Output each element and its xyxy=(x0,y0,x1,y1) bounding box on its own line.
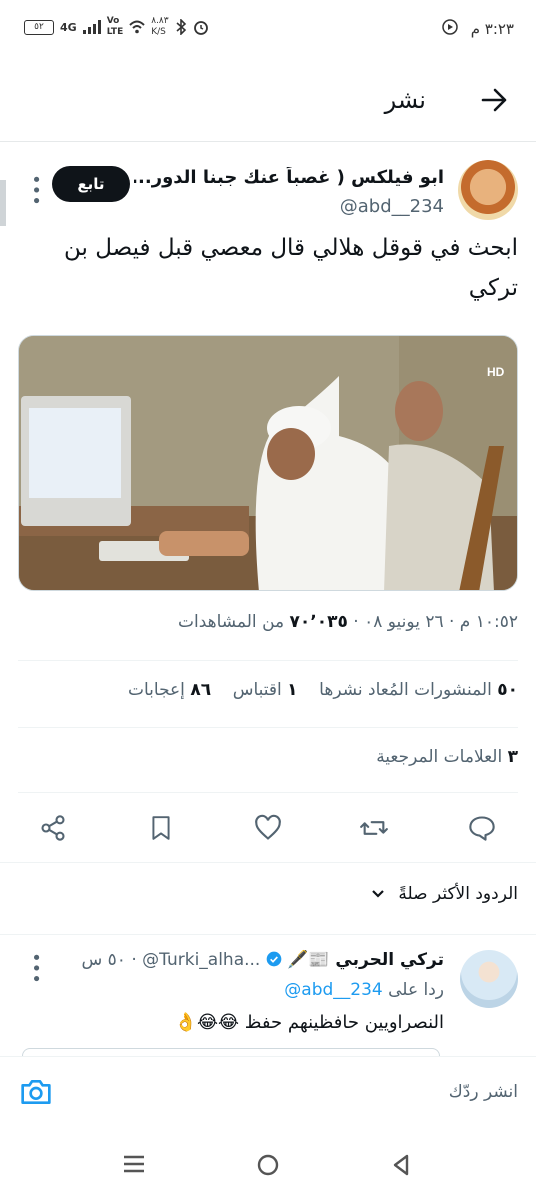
timestamp-row: ١٠:٥٢ م · ٢٦ يونيو ٠٨ · ٧٠٬٠٣٥ من المشاه… xyxy=(178,612,518,632)
status-icons: ٥٢ 4G Vo LTE ٨.٨٣ K/S xyxy=(24,16,209,38)
likes-stat[interactable]: ٨٦ إعجابات xyxy=(128,680,211,700)
engagement-stats: ٥٠ المنشورات المُعاد نشرها ١ اقتباس ٨٦ إ… xyxy=(128,680,518,700)
back-arrow-icon[interactable] xyxy=(480,86,508,114)
battery-icon: ٥٢ xyxy=(24,19,54,35)
reply-dot: · xyxy=(131,950,137,970)
author-avatar[interactable] xyxy=(458,160,518,220)
bookmarks-label: العلامات المرجعية xyxy=(376,747,503,767)
repost-button[interactable] xyxy=(358,812,390,844)
volte-indicator: Vo LTE xyxy=(106,16,124,37)
reply-author-avatar[interactable] xyxy=(460,950,518,1008)
divider xyxy=(0,862,536,863)
divider xyxy=(18,792,518,793)
media-image: HD xyxy=(19,336,517,590)
media-watermark: HD xyxy=(487,365,505,379)
dot-separator: · xyxy=(347,612,359,632)
clock: ٣:٢٣ م xyxy=(470,20,514,38)
bookmarks-count: ٣ xyxy=(507,747,518,767)
page-title: نشر xyxy=(384,86,426,114)
replying-to-handle[interactable]: @abd__234 xyxy=(284,980,382,1000)
bluetooth-icon xyxy=(176,19,186,35)
network-type: 4G xyxy=(60,20,77,34)
reply-author-name[interactable]: تركي الحربي 📰🖋️ xyxy=(287,950,444,970)
reply-text: النصراويين حافظينهم حفظ 😂😂👌 xyxy=(174,1012,444,1033)
speed-indicator: ٨.٨٣ K/S xyxy=(151,16,169,37)
status-bar: ٥٢ 4G Vo LTE ٨.٨٣ K/S ٣:٢٣ م xyxy=(0,0,536,60)
signal-icon xyxy=(82,20,101,34)
sort-label: الردود الأكثر صلةً xyxy=(398,884,518,904)
reply-button[interactable] xyxy=(466,812,498,844)
share-icon xyxy=(41,815,65,841)
tweet-text: ابحث في قوقل هلالي قال معصي قبل فيصل بن … xyxy=(63,235,518,301)
bookmarks-stat[interactable]: ٣ العلامات المرجعية xyxy=(376,747,518,767)
follow-button[interactable]: تابع xyxy=(52,166,130,202)
divider xyxy=(18,660,518,661)
tweet-timestamp: ١٠:٥٢ م · ٢٦ يونيو ٠٨ xyxy=(364,612,518,632)
wifi-icon xyxy=(129,20,145,34)
replying-to: ردا على @abd__234 xyxy=(284,980,444,1000)
heart-icon xyxy=(255,814,281,840)
action-bar xyxy=(0,802,536,856)
author-display-name[interactable]: ابو فيلكس ( غصباً عنك جبنا الدور... xyxy=(134,167,444,188)
reposts-stat[interactable]: ٥٠ المنشورات المُعاد نشرها xyxy=(319,680,518,700)
more-options-icon[interactable]: ••• xyxy=(25,174,46,206)
repost-icon xyxy=(360,821,388,835)
compose-bar: انشر ردّك xyxy=(0,1056,536,1132)
home-icon[interactable] xyxy=(256,1153,280,1177)
reply-input[interactable]: انشر ردّك xyxy=(449,1082,518,1102)
quotes-stat[interactable]: ١ اقتباس xyxy=(233,680,298,700)
like-button[interactable] xyxy=(252,812,284,844)
camera-icon[interactable] xyxy=(20,1077,52,1107)
views-label: من المشاهدات xyxy=(177,612,285,632)
author-handle[interactable]: @abd__234 xyxy=(340,196,444,217)
divider xyxy=(0,934,536,935)
alarm-icon xyxy=(193,21,208,35)
bookmark-button[interactable] xyxy=(145,812,177,844)
reply-time: ٥٠ س xyxy=(81,950,126,970)
divider xyxy=(18,727,518,728)
scroll-indicator[interactable] xyxy=(0,180,6,226)
reply-quote-card[interactable] xyxy=(22,1048,440,1056)
reply-author-handle[interactable]: @Turki_alha... xyxy=(142,950,260,970)
views-count: ٧٠٬٠٣٥ xyxy=(289,612,348,632)
reply-icon xyxy=(469,816,495,841)
chevron-down-icon xyxy=(372,890,384,898)
header: نشر xyxy=(0,60,536,142)
reply-header: تركي الحربي 📰🖋️ @Turki_alha... · ٥٠ س xyxy=(82,950,444,970)
verified-badge-icon xyxy=(266,951,282,967)
replying-to-prefix: ردا على xyxy=(388,980,444,1000)
replies-sort-dropdown[interactable]: الردود الأكثر صلةً xyxy=(371,884,518,904)
system-nav-bar xyxy=(0,1132,536,1200)
share-button[interactable] xyxy=(37,812,69,844)
tweet-media[interactable]: HD xyxy=(18,335,518,591)
record-icon xyxy=(442,19,458,35)
reply-more-options-icon[interactable]: ••• xyxy=(25,952,46,984)
nav-back-icon[interactable] xyxy=(390,1153,412,1177)
recents-icon[interactable] xyxy=(122,1154,146,1174)
bookmark-icon xyxy=(152,816,170,840)
